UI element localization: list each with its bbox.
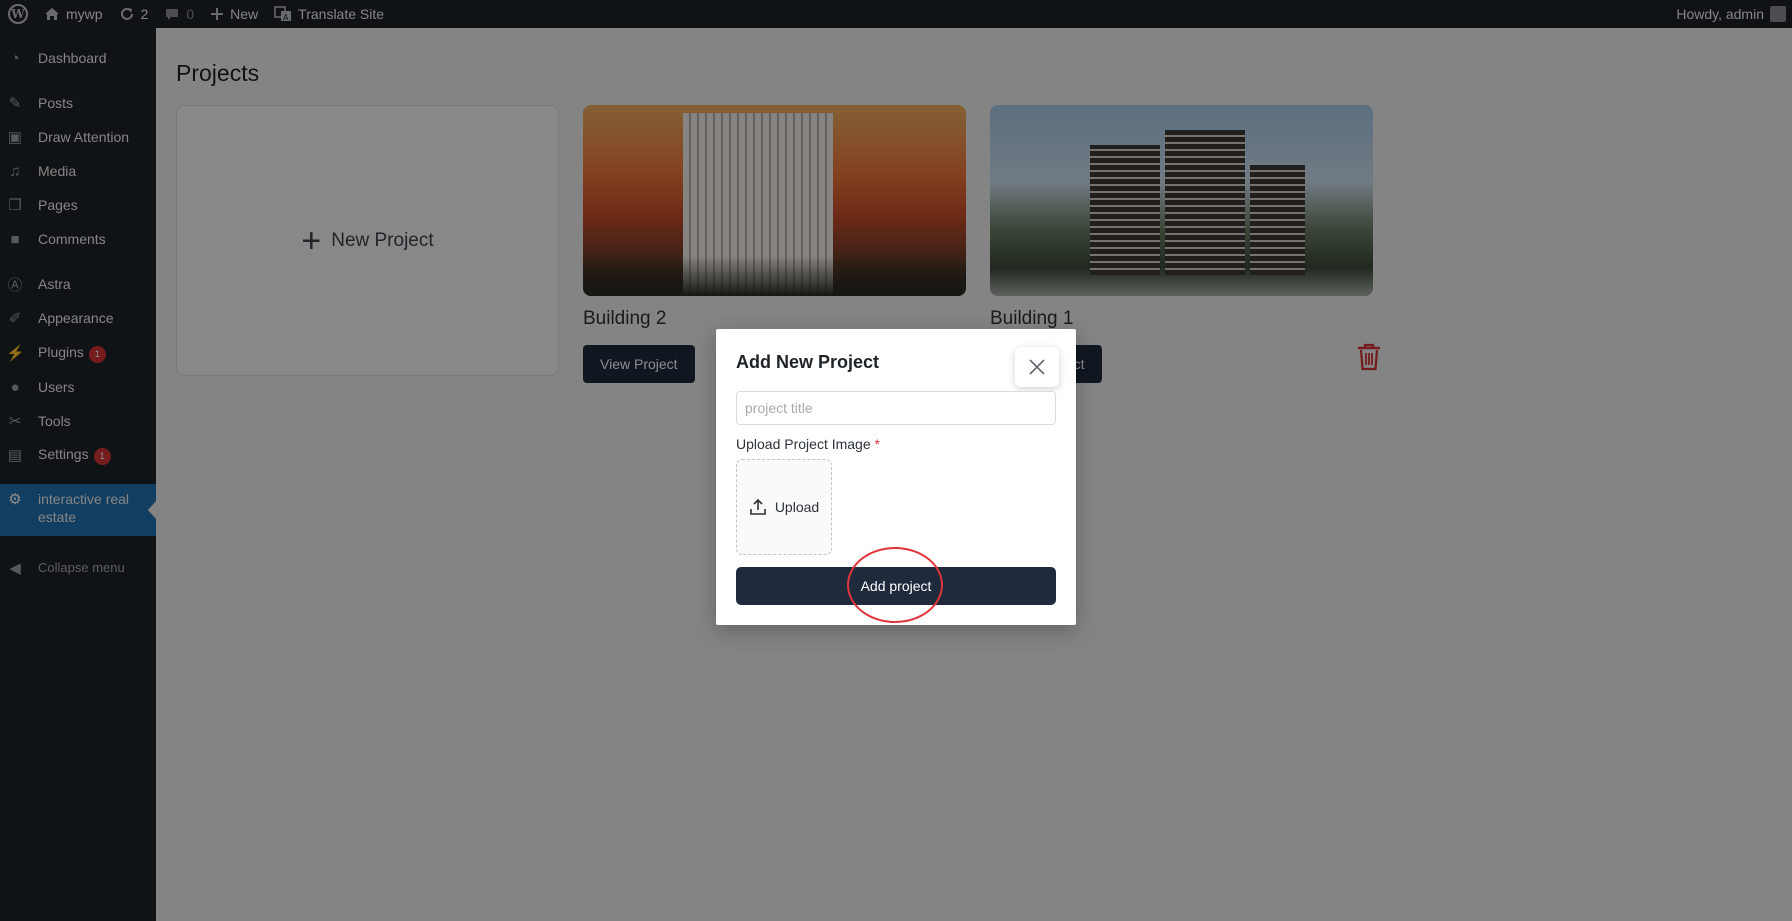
required-asterisk: *: [874, 436, 880, 452]
modal-title: Add New Project: [736, 352, 880, 372]
upload-image-label: Upload Project Image *: [736, 436, 880, 452]
project-title-input[interactable]: [736, 391, 1056, 425]
close-icon: [1029, 359, 1045, 375]
upload-label: Upload: [774, 499, 820, 515]
upload-label-text: Upload Project Image: [736, 436, 871, 452]
close-modal-button[interactable]: [1015, 347, 1059, 387]
add-project-button[interactable]: Add project: [736, 567, 1056, 605]
add-project-modal: Add New Project Upload Project Image * U…: [716, 329, 1076, 625]
upload-icon: [750, 498, 766, 515]
upload-image-button[interactable]: Upload: [736, 459, 832, 555]
